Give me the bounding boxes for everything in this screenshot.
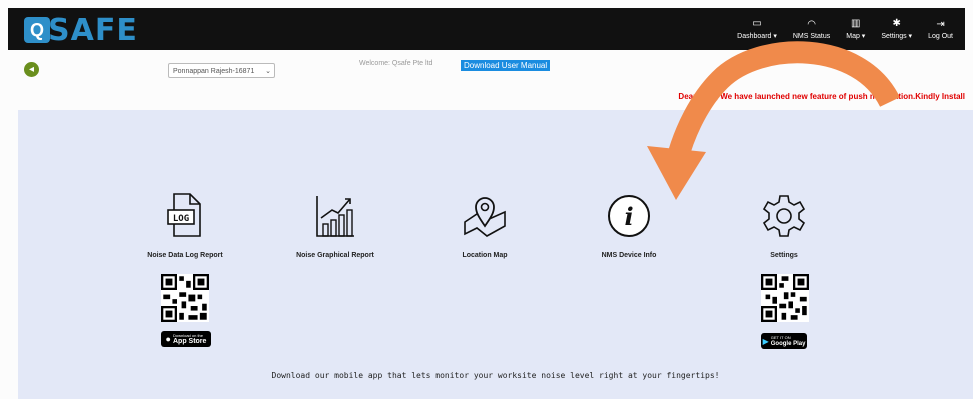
gear-icon: ✱ (892, 18, 901, 29)
back-button[interactable]: ◂ (24, 62, 39, 77)
welcome-text: Welcome: Qsafe Pte ltd (359, 60, 433, 67)
nav-label: Settings ▾ (881, 33, 913, 40)
top-navbar: Q SAFE ▭ Dashboard ▾ ◠ NMS Status ▥ Map … (8, 8, 965, 50)
badge-label: Google Play (770, 341, 806, 347)
logo-mark: Q (24, 17, 50, 43)
gear-icon (762, 195, 806, 237)
app-store-badge[interactable]: ● Download on the App Store (161, 331, 211, 347)
notice-marquee: Dear User, We have launched new feature … (678, 92, 965, 101)
chevron-down-icon: ⌄ (265, 68, 271, 75)
svg-text:LOG: LOG (173, 214, 189, 224)
nav-label: Log Out (928, 32, 953, 40)
mobile-app-promo-text: Download our mobile app that lets monito… (271, 371, 720, 380)
nav-dashboard[interactable]: ▭ Dashboard ▾ (729, 8, 785, 50)
wifi-icon: ◠ (807, 18, 816, 30)
tile-label: Location Map (462, 252, 508, 259)
app-store-qr-code (161, 274, 209, 322)
google-play-badge[interactable]: ▶ GET IT ON Google Play (761, 333, 807, 349)
logo-text: SAFE (48, 12, 138, 48)
tile-label: Settings (770, 252, 798, 259)
google-play-qr-code (761, 274, 809, 322)
nav-label: NMS Status (792, 32, 831, 40)
tile-label: NMS Device Info (601, 252, 657, 259)
sub-header: ◂ Ponnappan Rajesh-16871 ⌄ Welcome: Qsaf… (8, 60, 965, 101)
svg-text:i: i (624, 202, 633, 231)
nav-settings[interactable]: ✱ Settings ▾ (873, 8, 920, 50)
tile-settings[interactable]: Settings (724, 190, 844, 259)
tile-location-map[interactable]: Location Map (425, 190, 545, 259)
feature-panel: LOG Noise Data Log Report Noise Graphica… (18, 110, 973, 399)
tile-label: Noise Data Log Report (147, 252, 223, 259)
monitor-icon: ▭ (752, 18, 762, 29)
nav-logout[interactable]: ⇥ Log Out (920, 8, 961, 50)
map-pin-icon (464, 197, 506, 237)
qsafe-logo[interactable]: Q SAFE (24, 12, 138, 48)
play-icon: ▶ (762, 336, 769, 346)
badge-label: App Store (172, 338, 207, 345)
tile-label: Noise Graphical Report (296, 252, 374, 259)
nav-label: Dashboard ▾ (737, 33, 777, 40)
tile-noise-data-log-report[interactable]: LOG Noise Data Log Report (125, 190, 245, 259)
user-select-value: Ponnappan Rajesh-16871 (173, 68, 255, 75)
user-select[interactable]: Ponnappan Rajesh-16871 ⌄ (168, 63, 275, 78)
main-nav: ▭ Dashboard ▾ ◠ NMS Status ▥ Map ▾ ✱ Set… (729, 8, 961, 50)
map-icon: ▥ (851, 18, 861, 29)
apple-icon: ● (165, 334, 171, 344)
logout-icon: ⇥ (936, 18, 945, 30)
tile-noise-graphical-report[interactable]: Noise Graphical Report (275, 190, 395, 259)
log-file-icon: LOG (167, 193, 201, 237)
nav-map[interactable]: ▥ Map ▾ (838, 8, 873, 50)
tile-nms-device-info[interactable]: i NMS Device Info (569, 190, 689, 259)
info-icon: i (608, 195, 650, 237)
nav-label: Map ▾ (846, 33, 866, 40)
download-manual-link[interactable]: Download User Manual (461, 60, 551, 71)
nav-nms-status[interactable]: ◠ NMS Status (785, 8, 838, 50)
bar-chart-icon (316, 196, 354, 237)
